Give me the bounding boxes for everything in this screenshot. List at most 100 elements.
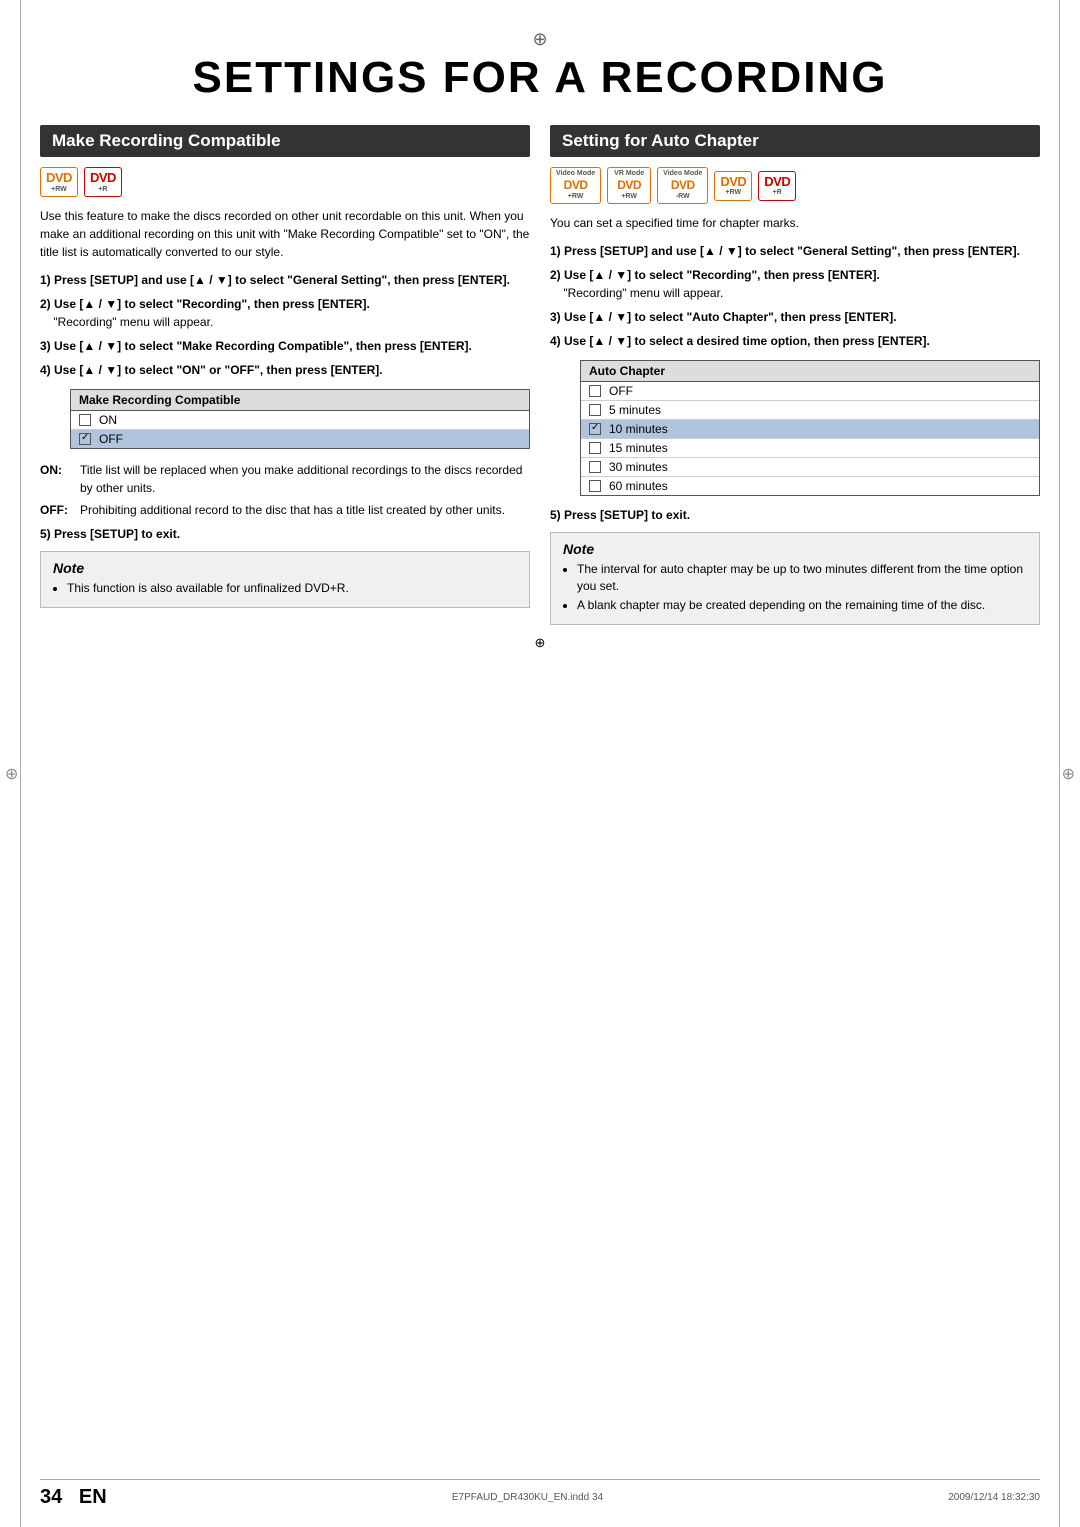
right-step-3-text: Use [▲ / ▼] to select "Auto Chapter", th…	[564, 310, 897, 324]
left-step-1-num: 1)	[40, 273, 51, 287]
left-step-3-text: Use [▲ / ▼] to select "Make Recording Co…	[54, 339, 472, 353]
page-container: ⊕ ⊕ ⊕ SETTINGS FOR A RECORDING Make Reco…	[0, 0, 1080, 1527]
right-press-setup: 5) Press [SETUP] to exit.	[550, 508, 1040, 522]
left-dvd-badges: DVD +RW DVD +R	[40, 167, 530, 197]
dvd-r-sub-4: +RW	[725, 189, 741, 197]
right-step-4-text: Use [▲ / ▼] to select a desired time opt…	[564, 334, 930, 348]
dvd-r-top-1: Video Mode	[556, 170, 595, 178]
footer-file: E7PFAUD_DR430KU_EN.indd 34	[452, 1492, 603, 1503]
right-instructions: 1) Press [SETUP] and use [▲ / ▼] to sele…	[550, 242, 1040, 350]
auto-chapter-checkbox-15min	[589, 442, 601, 454]
auto-chapter-checkbox-off	[589, 385, 601, 397]
right-body-text: You can set a specified time for chapter…	[550, 214, 1040, 232]
dvd-badge-rw-1: DVD +RW	[40, 167, 78, 197]
dvd-r-sub-2: +RW	[621, 193, 637, 201]
page-number-label: 34 EN	[40, 1486, 107, 1509]
right-step-1: 1) Press [SETUP] and use [▲ / ▼] to sele…	[550, 242, 1040, 260]
left-step-1-text: Press [SETUP] and use [▲ / ▼] to select …	[54, 273, 510, 287]
dvd-r-main-2: DVD	[617, 178, 641, 192]
left-step-2-sub: "Recording" menu will appear.	[40, 315, 213, 329]
compat-checkbox-on	[79, 414, 91, 426]
on-label: ON:	[40, 461, 80, 497]
compat-label-off: OFF	[99, 432, 123, 446]
compat-table: Make Recording Compatible ON OFF	[70, 389, 530, 449]
dvd-badge-label-2: DVD	[90, 170, 116, 186]
dvd-r-top-2: VR Mode	[614, 170, 644, 178]
dvd-r-sub-5: +R	[773, 189, 782, 197]
off-desc-text: Prohibiting additional record to the dis…	[80, 501, 530, 519]
dvd-r-main-4: DVD	[720, 174, 746, 190]
auto-chapter-label-5min: 5 minutes	[609, 403, 661, 417]
right-note-item-2: A blank chapter may be created depending…	[577, 597, 1027, 614]
page-title: SETTINGS FOR A RECORDING	[40, 53, 1040, 103]
dvd-badge-rw-right: DVD +RW	[714, 171, 752, 201]
left-crosshair-icon: ⊕	[5, 764, 18, 784]
right-step-3: 3) Use [▲ / ▼] to select "Auto Chapter",…	[550, 308, 1040, 326]
right-step-2-num: 2)	[550, 268, 561, 282]
left-note-list: This function is also available for unfi…	[53, 580, 517, 597]
right-note-item-1: The interval for auto chapter may be up …	[577, 561, 1027, 595]
auto-chapter-checkbox-10min	[589, 423, 601, 435]
right-step-4-num: 4)	[550, 334, 561, 348]
auto-chapter-label-off: OFF	[609, 384, 633, 398]
right-step-3-num: 3)	[550, 310, 561, 324]
compat-table-row-off: OFF	[71, 430, 529, 448]
dvd-r-main-3: DVD	[671, 178, 695, 192]
right-note-title: Note	[563, 541, 1027, 557]
right-step-2-text: Use [▲ / ▼] to select "Recording", then …	[564, 268, 880, 282]
dvd-badge-videomode-rw2: Video Mode DVD -RW	[657, 167, 708, 204]
auto-chapter-table-header: Auto Chapter	[581, 361, 1039, 382]
left-body-text: Use this feature to make the discs recor…	[40, 207, 530, 261]
compat-checkbox-off	[79, 433, 91, 445]
auto-chapter-table: Auto Chapter OFF 5 minutes 10 minutes 15…	[580, 360, 1040, 496]
auto-chapter-row-10min: 10 minutes	[581, 420, 1039, 439]
dvd-r-sub-3: -RW	[676, 193, 690, 201]
auto-chapter-label-15min: 15 minutes	[609, 441, 668, 455]
right-crosshair-icon: ⊕	[1062, 764, 1075, 784]
page-en-label: EN	[79, 1486, 107, 1508]
left-step-2-num: 2)	[40, 297, 51, 311]
top-crosshair-icon: ⊕	[40, 30, 1040, 48]
on-off-descriptions: ON: Title list will be replaced when you…	[40, 461, 530, 519]
auto-chapter-row-30min: 30 minutes	[581, 458, 1039, 477]
on-desc-text: Title list will be replaced when you mak…	[80, 461, 530, 497]
left-note-item-1: This function is also available for unfi…	[67, 580, 517, 597]
left-step-2: 2) Use [▲ / ▼] to select "Recording", th…	[40, 295, 530, 331]
compat-label-on: ON	[99, 413, 117, 427]
right-note-list: The interval for auto chapter may be up …	[563, 561, 1027, 613]
auto-chapter-checkbox-60min	[589, 480, 601, 492]
left-step-4: 4) Use [▲ / ▼] to select "ON" or "OFF", …	[40, 361, 530, 379]
page-footer: 34 EN E7PFAUD_DR430KU_EN.indd 34 2009/12…	[40, 1479, 1040, 1509]
dvd-badge-r-1: DVD +R	[84, 167, 122, 197]
compat-table-header: Make Recording Compatible	[71, 390, 529, 411]
left-press-setup: 5) Press [SETUP] to exit.	[40, 527, 530, 541]
page-number: 34	[40, 1486, 62, 1508]
dvd-badge-r-right: DVD +R	[758, 171, 796, 201]
dvd-badge-videomode-rw: Video Mode DVD +RW	[550, 167, 601, 204]
left-step-4-text: Use [▲ / ▼] to select "ON" or "OFF", the…	[54, 363, 383, 377]
off-label: OFF:	[40, 501, 80, 519]
two-column-layout: Make Recording Compatible DVD +RW DVD +R…	[40, 125, 1040, 625]
auto-chapter-label-30min: 30 minutes	[609, 460, 668, 474]
auto-chapter-label-60min: 60 minutes	[609, 479, 668, 493]
left-note-box: Note This function is also available for…	[40, 551, 530, 608]
dvd-r-main-1: DVD	[564, 178, 588, 192]
left-step-3: 3) Use [▲ / ▼] to select "Make Recording…	[40, 337, 530, 355]
dvd-r-top-3: Video Mode	[663, 170, 702, 178]
right-note-box: Note The interval for auto chapter may b…	[550, 532, 1040, 624]
right-dvd-badges: Video Mode DVD +RW VR Mode DVD +RW Video…	[550, 167, 1040, 204]
left-step-4-num: 4)	[40, 363, 51, 377]
dvd-badge-vrmode-rw: VR Mode DVD +RW	[607, 167, 651, 204]
left-step-2-text: Use [▲ / ▼] to select "Recording", then …	[54, 297, 370, 311]
auto-chapter-row-60min: 60 minutes	[581, 477, 1039, 495]
auto-chapter-label-10min: 10 minutes	[609, 422, 668, 436]
left-note-title: Note	[53, 560, 517, 576]
auto-chapter-row-15min: 15 minutes	[581, 439, 1039, 458]
right-step-2-sub: "Recording" menu will appear.	[550, 286, 723, 300]
dvd-badge-sub-2: +R	[98, 186, 107, 194]
auto-chapter-checkbox-5min	[589, 404, 601, 416]
auto-chapter-row-5min: 5 minutes	[581, 401, 1039, 420]
footer-date: 2009/12/14 18:32:30	[948, 1492, 1040, 1503]
right-step-4: 4) Use [▲ / ▼] to select a desired time …	[550, 332, 1040, 350]
left-section-header: Make Recording Compatible	[40, 125, 530, 157]
